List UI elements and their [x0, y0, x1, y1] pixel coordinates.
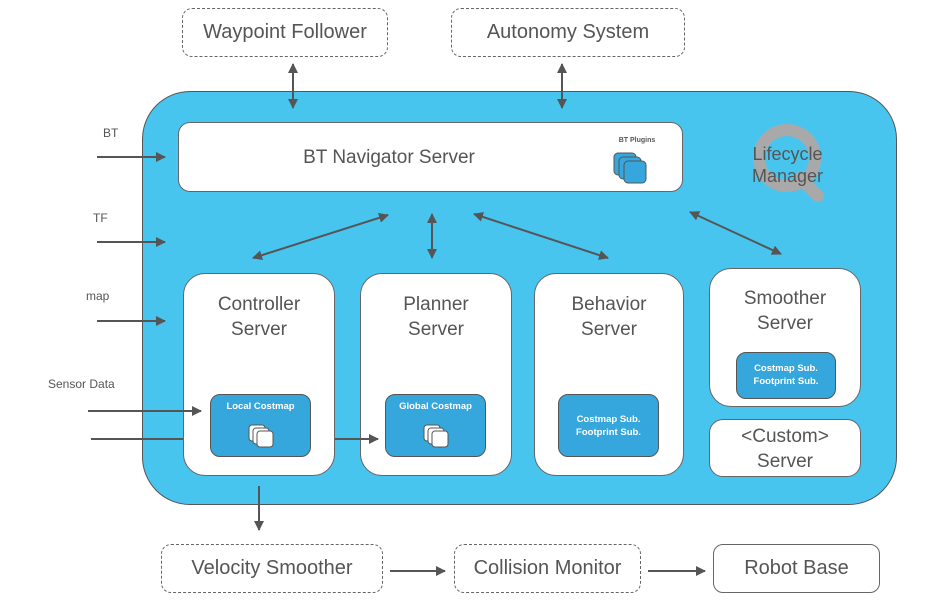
arrow-bt-controller: [252, 212, 389, 261]
arrow-lifecycle-smoother: [689, 211, 782, 255]
arrow-bt-behavior: [473, 212, 609, 260]
arrows-layer: [88, 63, 782, 576]
